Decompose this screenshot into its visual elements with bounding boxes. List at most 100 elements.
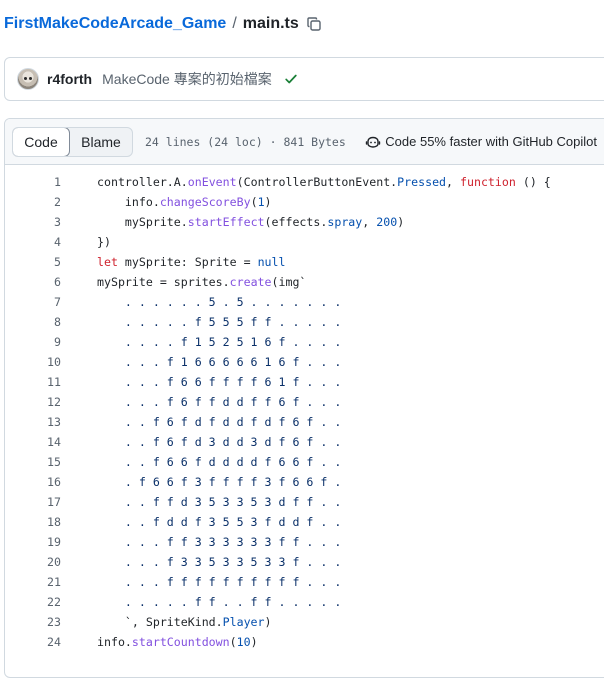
code-token: . . . f 6 6 f f f f 6 1 f . . . xyxy=(97,375,342,389)
line-source: info.changeScoreBy(1) xyxy=(61,195,272,209)
line-number[interactable]: 1 xyxy=(5,175,61,189)
code-line: 14 . . f 6 f d 3 d d 3 d f 6 f . . xyxy=(5,432,604,452)
code-token: . . . f 6 f f d d f f 6 f . . . xyxy=(97,395,342,409)
code-token: . . . . . f 5 5 5 f f . . . . . xyxy=(97,315,342,329)
line-source: . . . f 1 6 6 6 6 6 1 6 f . . . xyxy=(61,355,341,369)
line-number[interactable]: 2 xyxy=(5,195,61,209)
line-number[interactable]: 12 xyxy=(5,395,61,409)
code-token: startCountdown xyxy=(131,635,230,649)
line-number[interactable]: 9 xyxy=(5,335,61,349)
line-number[interactable]: 21 xyxy=(5,575,61,589)
code-token: }) xyxy=(97,235,111,249)
code-line: 2 info.changeScoreBy(1) xyxy=(5,192,604,212)
view-toggle: Code Blame xyxy=(12,126,133,157)
tab-code[interactable]: Code xyxy=(13,127,70,156)
line-number[interactable]: 24 xyxy=(5,635,61,649)
line-number[interactable]: 22 xyxy=(5,595,61,609)
line-source: . . . . . f 5 5 5 f f . . . . . xyxy=(61,315,341,329)
code-token: 200 xyxy=(376,215,398,229)
code-token: . . . . f 1 5 2 5 1 6 f . . . . xyxy=(97,335,342,349)
code-token: ) xyxy=(264,615,272,629)
code-line: 19 . . . f f 3 3 3 3 3 3 f f . . . xyxy=(5,532,604,552)
copy-icon[interactable] xyxy=(305,15,323,33)
code-line: 8 . . . . . f 5 5 5 f f . . . . . xyxy=(5,312,604,332)
commit-author[interactable]: r4forth xyxy=(47,71,92,87)
code-token: . . f d d f 3 5 5 3 f d d f . . xyxy=(97,515,342,529)
avatar[interactable] xyxy=(17,68,39,90)
code-token: changeScoreBy xyxy=(159,195,251,209)
line-number[interactable]: 17 xyxy=(5,495,61,509)
code-token: ( xyxy=(229,635,237,649)
tab-blame[interactable]: Blame xyxy=(70,128,132,156)
code-token: info. xyxy=(97,195,160,209)
line-source: `, SpriteKind.Player) xyxy=(61,615,272,629)
line-source: . . . . . f f . . f f . . . . . xyxy=(61,595,341,609)
line-number[interactable]: 5 xyxy=(5,255,61,269)
code-token: . f 6 6 f 3 f f f f 3 f 6 6 f . xyxy=(97,475,342,489)
code-token: , xyxy=(362,215,377,229)
line-source: }) xyxy=(61,235,111,249)
code-token: , xyxy=(446,175,461,189)
code-token: ) xyxy=(397,215,405,229)
code-line: 24 info.startCountdown(10) xyxy=(5,632,604,652)
code-token: . . . f f f f f f f f f f . . . xyxy=(97,575,342,589)
code-token: Pressed xyxy=(397,175,447,189)
code-token: ) xyxy=(264,195,272,209)
line-source: . . f 6 f d f d d f d f 6 f . . xyxy=(61,415,341,429)
copilot-banner[interactable]: Code 55% faster with GitHub Copilot xyxy=(365,134,597,150)
line-number[interactable]: 18 xyxy=(5,515,61,529)
line-number[interactable]: 16 xyxy=(5,475,61,489)
code-line: 5 let mySprite: Sprite = null xyxy=(5,252,604,272)
code-token: (effects. xyxy=(264,215,328,229)
code-line: 20 . . . f 3 3 5 3 3 5 3 3 f . . . xyxy=(5,552,604,572)
line-source: . . f 6 f d 3 d d 3 d f 6 f . . xyxy=(61,435,341,449)
line-number[interactable]: 7 xyxy=(5,295,61,309)
line-source: . . f 6 6 f d d d d f 6 6 f . . xyxy=(61,455,341,469)
file-info: 24 lines (24 loc) · 841 Bytes xyxy=(145,134,346,149)
line-number[interactable]: 6 xyxy=(5,275,61,289)
code-token: . . f 6 f d f d d f d f 6 f . . xyxy=(97,415,342,429)
code-token: function xyxy=(460,175,516,189)
code-token: let xyxy=(97,255,118,269)
line-number[interactable]: 8 xyxy=(5,315,61,329)
code-token: ) xyxy=(250,635,258,649)
copilot-text[interactable]: Code 55% faster with GitHub Copilot xyxy=(385,134,597,149)
line-number[interactable]: 4 xyxy=(5,235,61,249)
code-token: info. xyxy=(97,635,132,649)
line-source: . . f d d f 3 5 5 3 f d d f . . xyxy=(61,515,341,529)
line-source: . . . f f f f f f f f f f . . . xyxy=(61,575,341,589)
line-number[interactable]: 11 xyxy=(5,375,61,389)
code-token: mySprite = sprites. xyxy=(97,275,230,289)
code-token: mySprite: Sprite = xyxy=(117,255,258,269)
code-line: 23 `, SpriteKind.Player) xyxy=(5,612,604,632)
line-number[interactable]: 15 xyxy=(5,455,61,469)
line-number[interactable]: 23 xyxy=(5,615,61,629)
check-icon[interactable] xyxy=(284,72,298,86)
line-source: info.startCountdown(10) xyxy=(61,635,258,649)
line-number[interactable]: 3 xyxy=(5,215,61,229)
line-source: . . . f f 3 3 3 3 3 3 f f . . . xyxy=(61,535,341,549)
line-number[interactable]: 20 xyxy=(5,555,61,569)
code-token: onEvent xyxy=(187,175,237,189)
copilot-icon xyxy=(365,134,381,150)
code-token: `, SpriteKind. xyxy=(97,615,223,629)
repo-link[interactable]: FirstMakeCodeArcade_Game xyxy=(4,15,226,33)
line-source: mySprite.startEffect(effects.spray, 200) xyxy=(61,215,404,229)
code-token: Player xyxy=(222,615,265,629)
line-source: let mySprite: Sprite = null xyxy=(61,255,285,269)
commit-message[interactable]: MakeCode 專案的初始檔案 xyxy=(102,69,272,89)
line-number[interactable]: 14 xyxy=(5,435,61,449)
line-number[interactable]: 13 xyxy=(5,415,61,429)
code-token: . . f 6 6 f d d d d f 6 6 f . . xyxy=(97,455,342,469)
line-source: . . . f 6 f f d d f f 6 f . . . xyxy=(61,395,341,409)
code-line: 6 mySprite = sprites.create(img` xyxy=(5,272,604,292)
line-source: . . . . . . 5 . 5 . . . . . . . xyxy=(61,295,341,309)
line-number[interactable]: 19 xyxy=(5,535,61,549)
code-token: . . . f 3 3 5 3 3 5 3 3 f . . . xyxy=(97,555,342,569)
line-source: controller.A.onEvent(ControllerButtonEve… xyxy=(61,175,551,189)
code-line: 17 . . f f d 3 5 3 3 5 3 d f f . . xyxy=(5,492,604,512)
code-token: . . . f 1 6 6 6 6 6 1 6 f . . . xyxy=(97,355,342,369)
code-line: 21 . . . f f f f f f f f f f . . . xyxy=(5,572,604,592)
line-number[interactable]: 10 xyxy=(5,355,61,369)
file-viewer: Code Blame 24 lines (24 loc) · 841 Bytes… xyxy=(4,118,604,678)
